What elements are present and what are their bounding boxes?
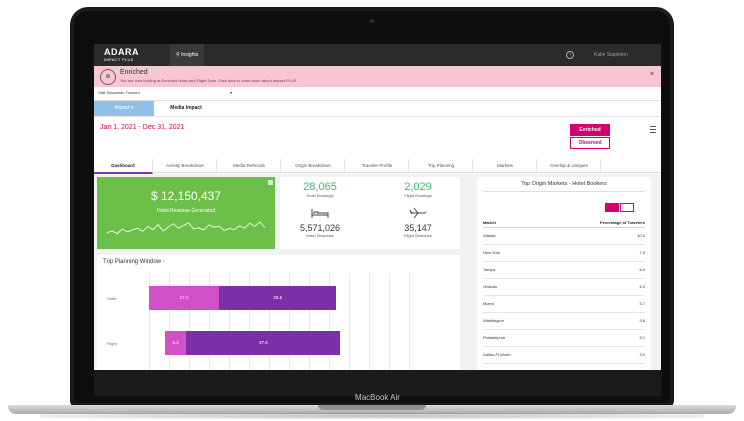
market-percentage: 6.3: [639, 284, 645, 289]
market-name: Washington: [483, 318, 504, 323]
grid-line: [409, 273, 410, 370]
banner-text[interactable]: You are now looking at Enriched Hotel an…: [120, 78, 296, 83]
tab-markets[interactable]: Markets: [474, 159, 537, 172]
user-name[interactable]: Katie Stapleton: [594, 44, 628, 66]
hamburger-menu-icon[interactable]: [650, 126, 656, 133]
market-row: Philadelphia 5.1: [483, 330, 645, 347]
trip-planning-title: Trip Planning Window ›: [103, 259, 165, 265]
market-row: Miami 5.7: [483, 296, 645, 313]
market-name: Tampa: [483, 267, 496, 272]
adara-logo[interactable]: ADARA IMPACT PLUS: [104, 48, 139, 64]
date-range[interactable]: Jan 1, 2021 - Dec 31, 2021: [100, 124, 184, 131]
insights-nav[interactable]: ⚲ Insights: [170, 44, 205, 66]
grid-line: [389, 273, 390, 370]
account-bar: Visit Savannah Tourism ▾: [94, 87, 661, 101]
divider: [483, 191, 645, 192]
market-percentage: 5.1: [639, 335, 645, 340]
markets-title: Top Origin Markets - Hotel Bookers: [521, 181, 607, 187]
market-percentage: 6.5: [639, 267, 645, 272]
divider: [94, 116, 661, 117]
market-name: Philadelphia: [483, 335, 505, 340]
tab-traveler-profile[interactable]: Traveler Profile: [346, 159, 409, 172]
bar-category-label: Flight: [107, 341, 117, 346]
chevron-right-icon: ›: [162, 259, 165, 265]
tab-trip-planning[interactable]: Trip Planning: [410, 159, 473, 172]
hotel-searches-metric: 5,571,026 Hotel Searches: [299, 223, 341, 238]
device-label: MacBook Air: [355, 393, 400, 402]
tab-origin-breakdown[interactable]: Origin Breakdown: [282, 159, 345, 172]
market-percentage: 7.0: [639, 250, 645, 255]
enriched-button[interactable]: Enriched: [570, 124, 610, 136]
hotel-toggle-button[interactable]: [605, 203, 619, 212]
market-name: Dallas-Ft Worth: [483, 352, 511, 357]
revenue-label: Hotel Revenue Generated: [156, 208, 216, 214]
market-row: Atlanta 10.0: [483, 228, 645, 245]
account-select[interactable]: Visit Savannah Tourism: [98, 90, 238, 97]
grid-line: [349, 273, 350, 370]
flight-toggle-button[interactable]: [620, 203, 634, 212]
laptop-screen: ADARA IMPACT PLUS ⚲ Insights i Katie Stap…: [94, 44, 661, 370]
market-row: Washington 5.6: [483, 313, 645, 330]
chevron-down-icon[interactable]: ▾: [230, 90, 232, 95]
market-percentage: 5.7: [639, 301, 645, 306]
top-origin-markets-card: Top Origin Markets - Hotel Bookers Marke…: [477, 177, 651, 370]
tab-media-impact[interactable]: Media Impact: [156, 101, 216, 116]
hotel-bookings-metric: 28,065 Hotel Bookings: [303, 181, 337, 198]
bar-segment[interactable]: 28.6: [219, 286, 337, 310]
tab-impact[interactable]: Impact ▾: [94, 101, 154, 116]
enriched-badge-icon: ⊕: [100, 69, 116, 85]
bar-segment[interactable]: 5.2: [165, 331, 187, 355]
revenue-sparkline: [107, 221, 265, 235]
col-market[interactable]: Market: [483, 218, 496, 227]
market-name: Miami: [483, 301, 494, 306]
market-row: New York 7.0: [483, 245, 645, 262]
market-row: Tampa 6.5: [483, 262, 645, 279]
bed-icon: [311, 209, 329, 218]
enriched-banner: ⊕ Enriched You are now looking at Enrich…: [94, 66, 661, 87]
market-row: Orlando 6.3: [483, 279, 645, 296]
tab-media-referrals[interactable]: Media Referrals: [218, 159, 281, 172]
tab-overlap-uniques[interactable]: Overlap & Uniques: [538, 159, 601, 172]
revenue-amount: $ 12,150,437: [150, 189, 222, 203]
bar-segment[interactable]: 37.6: [186, 331, 341, 355]
market-name: Atlanta: [483, 233, 496, 238]
tab-activity-breakdown[interactable]: Activity Breakdown: [154, 159, 217, 172]
market-name: Orlando: [483, 284, 498, 289]
revenue-card: $ 12,150,437 Hotel Revenue Generated: [97, 177, 275, 249]
laptop-shadow: [40, 413, 704, 419]
market-name: New York: [483, 250, 500, 255]
bar-category-label: Hotel: [107, 296, 117, 301]
camera-icon: [370, 19, 374, 23]
section-tabs: Dashboard Activity Breakdown Media Refer…: [94, 159, 661, 174]
market-percentage: 5.6: [639, 318, 645, 323]
plane-icon: [409, 207, 427, 219]
observed-button[interactable]: Observed: [570, 137, 610, 149]
info-icon[interactable]: i: [566, 51, 574, 59]
close-icon[interactable]: ×: [650, 71, 654, 78]
info-badge-icon[interactable]: [268, 180, 273, 185]
tab-dashboard[interactable]: Dashboard: [94, 159, 153, 174]
laptop-notch: [318, 405, 426, 410]
top-bar: ADARA IMPACT PLUS ⚲ Insights i Katie Stap…: [94, 44, 661, 66]
banner-title: Enriched: [120, 69, 148, 76]
bookings-card: 28,065 Hotel Bookings 2,029 Flight Booki…: [280, 177, 460, 249]
flight-searches-metric: 35,147 Flight Searches: [404, 223, 432, 238]
markets-table-header: Market Percentage of Travelers: [483, 218, 645, 228]
trip-planning-card: Trip Planning Window › Hotel 17.1 28.6 Flig…: [97, 255, 460, 370]
market-percentage: 10.0: [637, 233, 645, 238]
flight-bookings-metric: 2,029 Flight Bookings: [404, 181, 432, 198]
market-percentage: 3.0: [639, 352, 645, 357]
col-percentage[interactable]: Percentage of Travelers: [600, 218, 645, 227]
grid-line: [369, 273, 370, 370]
bar-segment[interactable]: 17.1: [149, 286, 220, 310]
market-row: Dallas-Ft Worth 3.0: [483, 347, 645, 364]
